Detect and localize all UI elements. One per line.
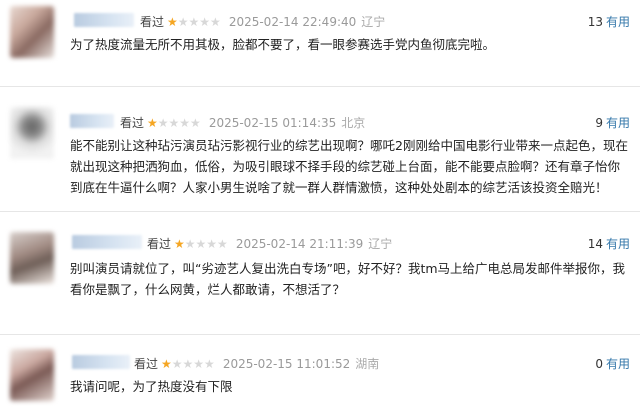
useful-button[interactable]: 有用 <box>606 237 630 251</box>
watched-label: 看过 <box>134 357 159 371</box>
useful-count: 0 <box>595 357 603 371</box>
username[interactable] <box>72 355 130 369</box>
username[interactable] <box>70 114 114 128</box>
review-meta: 看过 ★★★★★ 2025-02-14 22:49:40 辽宁 <box>140 13 385 30</box>
useful-count: 13 <box>587 15 603 29</box>
watched-label: 看过 <box>120 116 145 130</box>
star-icon: ★ <box>147 116 158 130</box>
rating-stars: ★★★★★ <box>174 237 228 251</box>
review-text: 为了热度流量无所不用其极，脸都不要了，看一眼参赛选手党内鱼彻底完啦。 <box>70 37 496 52</box>
rating-stars: ★★★★★ <box>147 116 201 130</box>
rating-stars: ★★★★★ <box>167 15 221 29</box>
review-location: 辽宁 <box>368 237 393 251</box>
review-date: 2025-02-15 11:01:52 <box>222 357 351 371</box>
avatar[interactable] <box>10 6 54 58</box>
useful-vote[interactable]: 13 有用 <box>588 13 630 30</box>
review-location: 辽宁 <box>361 15 386 29</box>
review-item: 看过 ★★★★★ 2025-02-15 01:14:35 北京 9 有用 能不能别让这种… <box>0 87 640 211</box>
useful-count: 14 <box>587 237 603 251</box>
watched-label: 看过 <box>147 237 172 251</box>
review-text: 别叫演员请就位了，叫“劣迹艺人复出洗白专场”吧，好不好？我tm马上给广电总局发邮… <box>70 261 626 297</box>
review-text: 能不能别让这种玷污演员玷污影视行业的综艺出现啊？哪吒2刚刚给中国电影行业带来一点… <box>70 138 628 195</box>
avatar[interactable] <box>10 349 54 401</box>
review-location: 湖南 <box>355 357 380 371</box>
review-item: 看过 ★★★★★ 2025-02-15 11:01:52 湖南 0 有用 我请问呢，为了… <box>0 335 640 419</box>
useful-button[interactable]: 有用 <box>606 15 630 29</box>
useful-vote[interactable]: 0 有用 <box>595 355 630 372</box>
review-date: 2025-02-14 22:49:40 <box>228 15 357 29</box>
review-meta: 看过 ★★★★★ 2025-02-14 21:11:39 辽宁 <box>147 235 392 252</box>
useful-vote[interactable]: 14 有用 <box>588 235 630 252</box>
watched-label: 看过 <box>140 15 165 29</box>
review-meta: 看过 ★★★★★ 2025-02-15 11:01:52 湖南 <box>134 355 379 372</box>
review-item: 看过 ★★★★★ 2025-02-14 21:11:39 辽宁 14 有用 别叫演员请就… <box>0 212 640 334</box>
star-icon: ★★★★ <box>157 116 201 130</box>
avatar[interactable] <box>10 107 54 159</box>
star-icon: ★ <box>161 357 172 371</box>
review-date: 2025-02-14 21:11:39 <box>235 237 364 251</box>
review-text: 我请问呢，为了热度没有下限 <box>70 379 233 394</box>
star-icon: ★★★★ <box>177 15 221 29</box>
star-icon: ★ <box>167 15 178 29</box>
username[interactable] <box>72 235 142 249</box>
useful-button[interactable]: 有用 <box>606 116 630 130</box>
star-icon: ★★★★ <box>184 237 228 251</box>
review-location: 北京 <box>341 116 366 130</box>
review-meta: 看过 ★★★★★ 2025-02-15 01:14:35 北京 <box>120 114 365 131</box>
star-icon: ★ <box>174 237 185 251</box>
useful-button[interactable]: 有用 <box>606 357 630 371</box>
avatar[interactable] <box>10 232 54 284</box>
useful-vote[interactable]: 9 有用 <box>595 114 630 131</box>
username[interactable] <box>74 13 134 27</box>
review-item: 看过 ★★★★★ 2025-02-14 22:49:40 辽宁 13 有用 为了热度流量… <box>0 0 640 86</box>
review-date: 2025-02-15 01:14:35 <box>208 116 337 130</box>
useful-count: 9 <box>595 116 603 130</box>
rating-stars: ★★★★★ <box>161 357 215 371</box>
star-icon: ★★★★ <box>171 357 215 371</box>
